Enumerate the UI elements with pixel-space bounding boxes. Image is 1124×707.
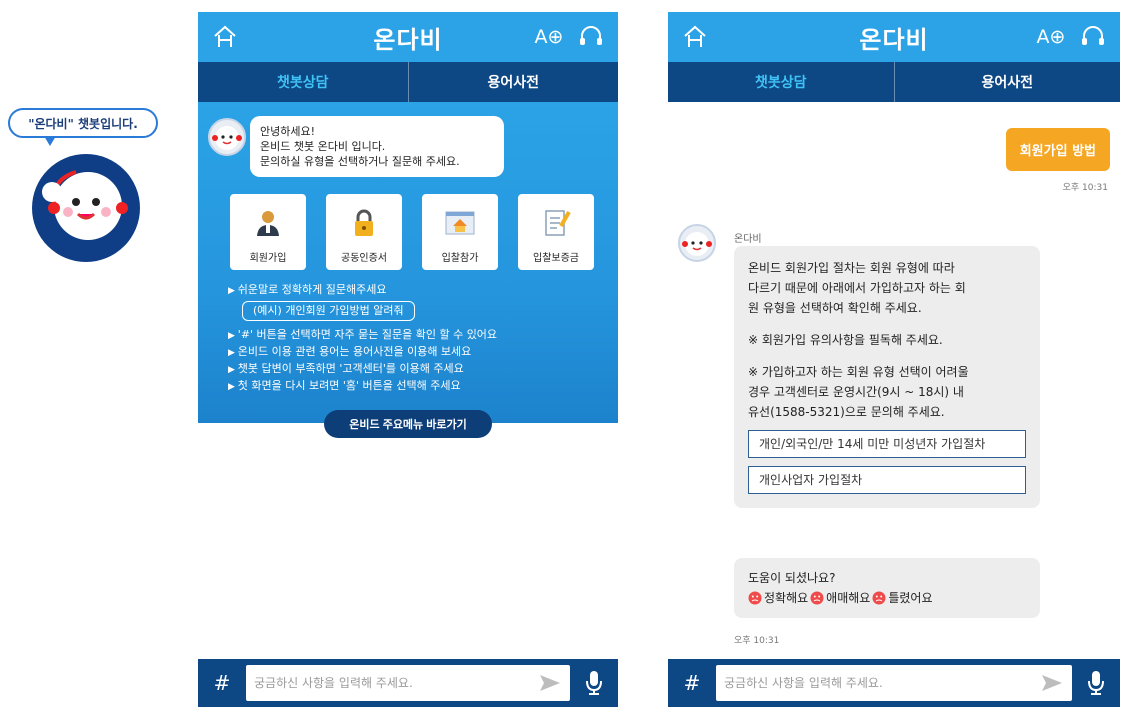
answer-note: 유선(1588-5321)으로 문의해 주세요. [748, 405, 945, 419]
home-icon[interactable] [210, 23, 240, 51]
feedback-question: 도움이 되셨나요? [748, 571, 836, 585]
brand-logo: 온다비 [859, 25, 929, 54]
mascot-speech-bubble: "온다비" 챗봇입니다. [8, 108, 158, 138]
welcome-line: 안녕하세요! [260, 125, 316, 138]
usage-tips: 쉬운말로 정확하게 질문해주세요 (예시) 개인회원 가입방법 알려줘 '#' … [228, 282, 598, 395]
bot-name: 온다비 [734, 234, 762, 245]
quick-bid-button[interactable]: 입찰참가 [422, 194, 498, 270]
option-individual-signup-button[interactable]: 개인/외국인/만 14세 미만 미성년자 가입절차 [748, 430, 1026, 458]
faq-hash-button[interactable]: # [198, 671, 246, 695]
bot-avatar [208, 118, 246, 156]
font-size-icon[interactable]: A⊕ [534, 23, 564, 51]
header: 온다비 A⊕ [668, 12, 1120, 62]
main-menu-shortcut-button[interactable]: 온비드 주요메뉴 바로가기 [324, 410, 492, 438]
answer-note: ※ 회원가입 유의사항을 필독해 주세요. [748, 333, 943, 347]
feedback-label: 정확해요 [764, 591, 809, 605]
feedback-ambiguous-button[interactable]: 애매해요 [810, 588, 870, 608]
sad-face-icon [748, 591, 762, 605]
chat-screen: 온다비 A⊕ 챗봇상담 용어사전 회원가입 방법 오후 10:31 온다비 온비… [668, 12, 1120, 707]
quick-label: 회원가입 [249, 253, 287, 264]
microphone-icon[interactable] [570, 665, 618, 701]
lock-icon [346, 205, 382, 241]
feedback-accurate-button[interactable]: 정확해요 [748, 588, 808, 608]
tab-bar: 챗봇상담 용어사전 [198, 62, 618, 102]
option-label: 개인/외국인/만 14세 미만 미성년자 가입절차 [759, 437, 986, 451]
answer-line: 원 유형을 선택하여 확인해 주세요. [748, 301, 922, 315]
microphone-icon[interactable] [1072, 665, 1120, 701]
message-input[interactable] [724, 676, 1040, 690]
quick-signup-button[interactable]: 회원가입 [230, 194, 306, 270]
welcome-line: 문의하실 유형을 선택하거나 질문해 주세요. [260, 155, 460, 168]
welcome-panel: 안녕하세요! 온비드 챗봇 온다비 입니다. 문의하실 유형을 선택하거나 질문… [198, 102, 618, 423]
tip-item: 쉬운말로 정확하게 질문해주세요 [228, 282, 598, 299]
home-screen: 온다비 A⊕ 챗봇상담 용어사전 안녕하세요! 온비드 챗봇 온다비 입니다. … [198, 12, 618, 707]
message-input[interactable] [254, 676, 538, 690]
mascot-icon [32, 154, 140, 262]
sad-face-icon [872, 591, 886, 605]
tip-item: 챗봇 답변이 부족하면 '고객센터'를 이용해 주세요 [228, 361, 598, 378]
headset-icon[interactable] [576, 23, 606, 51]
message-timestamp: 오후 10:31 [1062, 183, 1108, 193]
input-bar: # [198, 659, 618, 707]
faq-hash-button[interactable]: # [668, 671, 716, 695]
feedback-label: 애매해요 [826, 591, 871, 605]
option-business-signup-button[interactable]: 개인사업자 가입절차 [748, 466, 1026, 494]
tab-chatbot[interactable]: 챗봇상담 [198, 62, 408, 102]
answer-line: 다르기 때문에 아래에서 가입하고자 하는 회 [748, 281, 966, 295]
option-label: 개인사업자 가입절차 [759, 473, 863, 487]
font-size-icon[interactable]: A⊕ [1036, 23, 1066, 51]
example-query: (예시) 개인회원 가입방법 알려줘 [242, 301, 415, 321]
user-message: 회원가입 방법 [1005, 128, 1110, 171]
input-wrapper [716, 665, 1072, 701]
tip-item: 온비드 이용 관련 용어는 용어사전을 이용해 보세요 [228, 344, 598, 361]
tab-bar: 챗봇상담 용어사전 [668, 62, 1120, 102]
feedback-options: 정확해요 애매해요 틀렸어요 [748, 588, 1026, 608]
send-icon[interactable] [538, 671, 562, 695]
bot-answer: 온비드 회원가입 절차는 회원 유형에 따라 다르기 때문에 아래에서 가입하고… [734, 246, 1040, 508]
bot-avatar [678, 224, 716, 262]
feedback-wrong-button[interactable]: 틀렸어요 [872, 588, 933, 608]
tab-glossary[interactable]: 용어사전 [407, 62, 619, 102]
input-bar: # [668, 659, 1120, 707]
feedback-label: 틀렸어요 [888, 591, 933, 605]
feedback-box: 도움이 되셨나요? 정확해요 애매해요 틀렸어요 [734, 558, 1040, 618]
tab-chatbot[interactable]: 챗봇상담 [668, 62, 894, 102]
welcome-message: 안녕하세요! 온비드 챗봇 온다비 입니다. 문의하실 유형을 선택하거나 질문… [250, 116, 504, 177]
tip-item: 첫 화면을 다시 보려면 '홈' 버튼을 선택해 주세요 [228, 378, 598, 395]
home-icon[interactable] [680, 23, 710, 51]
quick-label: 입찰보증금 [533, 253, 579, 264]
user-icon [250, 205, 286, 241]
quick-certificate-button[interactable]: 공동인증서 [326, 194, 402, 270]
quick-label: 입찰참가 [441, 253, 479, 264]
input-wrapper [246, 665, 570, 701]
answer-note: ※ 가입하고자 하는 회원 유형 선택이 어려울 [748, 365, 969, 379]
quick-menu: 회원가입 공동인증서 입찰참가 입찰보증금 [230, 194, 594, 270]
speech-tail [44, 136, 56, 146]
tip-item: '#' 버튼을 선택하면 자주 묻는 질문을 확인 할 수 있어요 [228, 327, 598, 344]
welcome-line: 온비드 챗봇 온다비 입니다. [260, 140, 386, 153]
header: 온다비 A⊕ [198, 12, 618, 62]
house-icon [442, 205, 478, 241]
answer-note: 경우 고객센터로 운영시간(9시 ~ 18시) 내 [748, 385, 964, 399]
sad-face-icon [810, 591, 824, 605]
quick-label: 공동인증서 [341, 253, 387, 264]
quick-deposit-button[interactable]: 입찰보증금 [518, 194, 594, 270]
message-timestamp: 오후 10:31 [734, 636, 780, 646]
mascot: "온다비" 챗봇입니다. [8, 108, 168, 268]
brand-logo: 온다비 [373, 25, 443, 54]
chat-area: 회원가입 방법 오후 10:31 온다비 온비드 회원가입 절차는 회원 유형에… [668, 102, 1120, 659]
send-icon[interactable] [1040, 671, 1064, 695]
document-icon [538, 205, 574, 241]
headset-icon[interactable] [1078, 23, 1108, 51]
answer-line: 온비드 회원가입 절차는 회원 유형에 따라 [748, 261, 955, 275]
tab-glossary[interactable]: 용어사전 [893, 62, 1121, 102]
